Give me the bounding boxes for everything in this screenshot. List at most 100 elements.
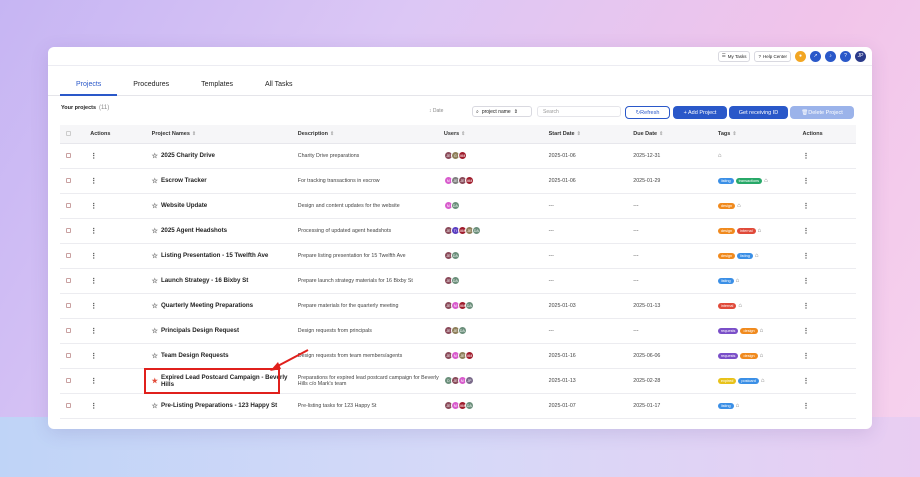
select-all-checkbox[interactable] [66,131,71,137]
more-vertical-icon[interactable]: ⋮ [803,228,810,235]
more-vertical-icon[interactable]: ⋮ [90,353,97,360]
more-vertical-icon[interactable]: ⋮ [90,378,97,385]
more-vertical-icon[interactable]: ⋮ [90,178,97,185]
more-vertical-icon[interactable]: ⋮ [90,153,97,160]
table-row[interactable]: ⋮ ☆ Quarterly Meeting Preparations Prepar… [60,293,856,319]
more-vertical-icon[interactable]: ⋮ [803,378,810,385]
project-name-cell[interactable]: ☆ Quarterly Meeting Preparations [151,293,298,319]
tag-badge[interactable]: listing [717,277,734,284]
star-icon[interactable]: ☆ [152,177,158,185]
tag-badge[interactable]: postcard [738,377,759,384]
user-avatar[interactable]: JP [464,376,474,385]
row-checkbox[interactable] [66,178,71,183]
project-name-cell[interactable]: ☆ Pre-Listing Preparations - 123 Happy St [151,393,298,419]
project-name-cell[interactable]: ☆ Launch Strategy - 16 Bixby St [151,268,298,294]
more-vertical-icon[interactable]: ⋮ [90,278,97,285]
help-center-button[interactable]: ? Help Center [754,50,791,62]
col-project-names[interactable]: Project Names ⇕ [151,125,298,144]
row-checkbox-cell[interactable] [60,343,91,369]
user-avatar[interactable]: MM [457,151,467,160]
project-name-cell[interactable]: ☆ Website Update [151,193,298,219]
project-name[interactable]: Pre-Listing Preparations - 123 Happy St [161,402,277,409]
project-name[interactable]: Escrow Tracker [161,177,207,184]
row-checkbox-cell[interactable] [60,293,91,319]
project-name-cell[interactable]: ☆ Listing Presentation - 15 Twelfth Ave [151,243,298,269]
table-row[interactable]: ⋮ ☆ Pre-Listing Preparations - 123 Happy … [60,393,856,419]
project-name[interactable]: Website Update [161,202,207,209]
project-name[interactable]: 2025 Charity Drive [161,152,215,159]
tag-icon[interactable]: ⌂ [738,303,742,309]
row-checkbox[interactable] [66,378,71,383]
star-icon[interactable]: ☆ [152,352,158,360]
search-field-select[interactable]: ⌕ project name ⇕ [472,106,532,117]
user-avatar[interactable]: DA [471,226,481,235]
col-due-date[interactable]: Due Date ⇕ [633,125,718,144]
project-name[interactable]: Team Design Requests [161,352,229,359]
table-row[interactable]: ⋮ ☆ Team Design Requests Design requests … [60,343,856,369]
row-checkbox[interactable] [66,228,71,233]
col-users[interactable]: Users ⇕ [443,125,549,144]
tag-badge[interactable]: listing [737,252,753,259]
more-vertical-icon[interactable]: ⋮ [803,403,810,410]
date-filter[interactable]: ↕ Date [429,108,443,114]
user-avatar[interactable]: DA [450,201,460,210]
user-avatar[interactable]: DA [457,326,467,335]
row-checkbox-cell[interactable] [60,393,91,419]
table-row[interactable]: ⋮ ☆ Escrow Tracker For tracking transacti… [60,168,856,194]
row-checkbox-cell[interactable] [60,318,91,344]
row-checkbox-cell[interactable] [60,143,91,169]
user-avatar[interactable]: DA [450,276,460,285]
tag-icon[interactable]: ⌂ [758,228,762,234]
project-name[interactable]: Principals Design Request [161,327,239,334]
tab-all-tasks[interactable]: All Tasks [249,79,309,95]
row-checkbox[interactable] [66,203,71,208]
tag-badge[interactable]: listing [717,402,734,409]
tag-badge[interactable]: internal [717,302,737,309]
row-checkbox[interactable] [66,153,71,158]
row-checkbox[interactable] [66,328,71,333]
col-start-date[interactable]: Start Date ⇕ [548,125,634,144]
select-all-checkbox-cell[interactable] [60,125,91,144]
tag-badge[interactable]: requests [717,327,739,334]
table-row[interactable]: ⋮ ☆ Listing Presentation - 15 Twelfth Ave… [60,243,856,269]
project-name[interactable]: Quarterly Meeting Preparations [161,302,253,309]
user-avatar[interactable]: DA [464,401,474,410]
more-vertical-icon[interactable]: ⋮ [803,303,810,310]
delete-project-button[interactable]: 🗑 Delete Project [790,106,854,119]
more-vertical-icon[interactable]: ⋮ [90,253,97,260]
table-row[interactable]: ⋮ ☆ 2025 Agent Headshots Processing of up… [60,218,856,244]
user-avatar[interactable]: DA [450,251,460,260]
project-name[interactable]: 2025 Agent Headshots [161,227,227,234]
row-checkbox-cell[interactable] [60,193,91,219]
tag-badge[interactable]: expired [717,377,737,384]
search-input[interactable]: Search [537,106,621,117]
more-vertical-icon[interactable]: ⋮ [803,203,810,210]
table-row[interactable]: ⋮ ☆ Principals Design Request Design requ… [60,318,856,344]
star-icon[interactable]: ☆ [152,327,158,335]
chat-icon[interactable]: ● [795,50,806,62]
more-vertical-icon[interactable]: ⋮ [90,303,97,310]
tag-badge[interactable]: listing [717,177,734,184]
project-name[interactable]: Launch Strategy - 16 Bixby St [161,277,248,284]
tag-badge[interactable]: transactions [735,177,763,184]
project-name-cell[interactable]: ☆ 2025 Charity Drive [151,143,298,169]
row-checkbox-cell[interactable] [60,168,91,194]
my-tasks-button[interactable]: ☰ My Tasks [717,50,751,62]
tag-badge[interactable]: requests [717,352,739,359]
star-icon[interactable]: ☆ [152,252,158,260]
rocket-icon[interactable]: ↗ [810,50,821,62]
star-icon[interactable]: ☆ [152,227,158,235]
star-icon[interactable]: ☆ [152,277,158,285]
user-avatar[interactable]: JP [855,50,866,62]
tag-icon[interactable]: ⌂ [718,153,722,159]
table-row[interactable]: ⋮ ☆ 2025 Charity Drive Charity Drive prep… [60,143,856,169]
more-vertical-icon[interactable]: ⋮ [90,328,97,335]
more-vertical-icon[interactable]: ⋮ [803,278,810,285]
tab-templates[interactable]: Templates [185,79,249,95]
tag-badge[interactable]: design [717,227,736,234]
user-avatar[interactable]: DA [464,301,474,310]
project-name[interactable]: Listing Presentation - 15 Twelfth Ave [161,252,268,259]
row-checkbox[interactable] [66,278,71,283]
tag-icon[interactable]: ⌂ [736,278,740,284]
tag-icon[interactable]: ⌂ [736,403,740,409]
